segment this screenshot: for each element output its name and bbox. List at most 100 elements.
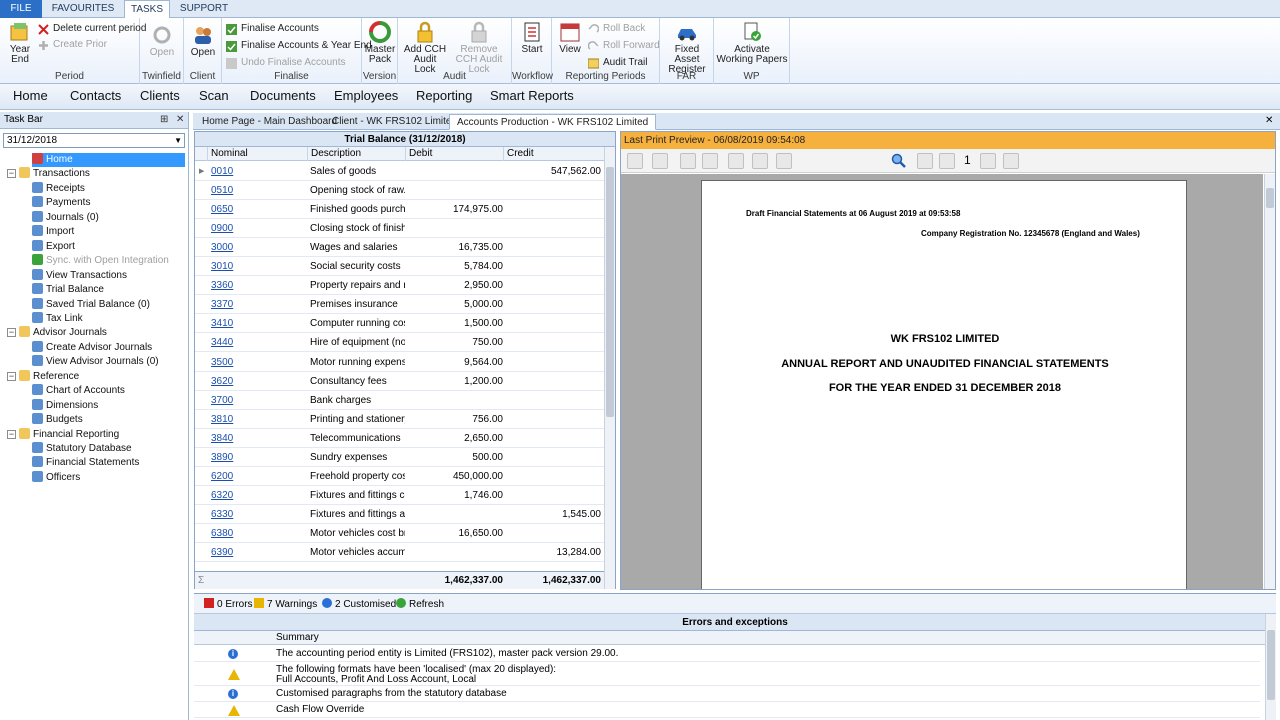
- delete-current-period-button[interactable]: Delete current period: [38, 22, 146, 36]
- nominal-link[interactable]: 3370: [211, 295, 301, 314]
- tree-item[interactable]: Export: [32, 239, 185, 254]
- last-page-icon[interactable]: [1003, 153, 1019, 169]
- finalise-accounts-button[interactable]: Finalise Accounts: [226, 22, 319, 36]
- period-date-select[interactable]: 31/12/2018 ▼: [3, 133, 185, 148]
- tree-item[interactable]: Statutory Database: [32, 442, 185, 456]
- list-item[interactable]: i Customised paragraphs from the statutor…: [194, 686, 1260, 702]
- tree-item[interactable]: View Transactions: [32, 268, 185, 283]
- table-row[interactable]: 3700 Bank charges: [195, 391, 605, 410]
- tree-item[interactable]: Dimensions: [32, 398, 185, 413]
- table-row[interactable]: 0510 Opening stock of raw...: [195, 181, 605, 201]
- scrollbar-thumb[interactable]: [606, 167, 614, 417]
- table-row[interactable]: 6320 Fixtures and fittings co... 1,746.00: [195, 486, 605, 505]
- table-row[interactable]: 0010 Sales of goods 547,562.00 ▶: [195, 162, 605, 181]
- nominal-link[interactable]: 3890: [211, 448, 301, 467]
- reporting-periods-view-button[interactable]: View: [556, 21, 584, 55]
- table-row[interactable]: 6380 Motor vehicles cost bro... 16,650.00: [195, 524, 605, 543]
- print-icon[interactable]: [627, 153, 643, 169]
- nominal-link[interactable]: 0010: [211, 162, 301, 181]
- single-page-icon[interactable]: [752, 153, 768, 169]
- nav-contacts[interactable]: Contacts: [70, 88, 121, 103]
- tree-item[interactable]: Officers: [32, 470, 185, 485]
- tree-item[interactable]: Sync. with Open Integration: [32, 254, 185, 268]
- roll-forward-button[interactable]: Roll Forward: [588, 39, 660, 53]
- table-row[interactable]: 3370 Premises insurance 5,000.00: [195, 295, 605, 315]
- nav-scan[interactable]: Scan: [199, 88, 229, 103]
- table-row[interactable]: 6200 Freehold property cost... 450,000.00: [195, 467, 605, 486]
- nominal-link[interactable]: 6320: [211, 486, 301, 505]
- list-item[interactable]: Cash Flow Override: [194, 702, 1260, 718]
- table-row[interactable]: 3620 Consultancy fees 1,200.00: [195, 372, 605, 391]
- errors-scrollbar-thumb[interactable]: [1267, 630, 1275, 700]
- table-row[interactable]: 3440 Hire of equipment (not... 750.00: [195, 333, 605, 353]
- nominal-link[interactable]: 3410: [211, 314, 301, 333]
- finalise-accounts-year-end-button[interactable]: Finalise Accounts & Year End: [226, 39, 372, 53]
- tree-item[interactable]: Trial Balance: [32, 283, 185, 297]
- errors-filter[interactable]: 0 Errors: [204, 598, 253, 610]
- nominal-link[interactable]: 3620: [211, 372, 301, 391]
- customised-filter[interactable]: 2 Customised: [322, 598, 396, 610]
- table-row[interactable]: 0900 Closing stock of finishe...: [195, 219, 605, 239]
- workflow-start-button[interactable]: Start: [515, 21, 549, 55]
- column-header-credit[interactable]: Credit: [503, 147, 605, 161]
- previous-page-icon[interactable]: [939, 153, 955, 169]
- nominal-link[interactable]: 3840: [211, 429, 301, 448]
- column-header-debit[interactable]: Debit: [405, 147, 503, 161]
- tree-item[interactable]: Create Advisor Journals: [32, 340, 185, 355]
- table-row[interactable]: 3840 Telecommunications 2,650.00: [195, 429, 605, 448]
- roll-back-button[interactable]: Roll Back: [588, 22, 645, 36]
- tree-item[interactable]: Chart of Accounts: [32, 384, 185, 398]
- zoom-out-icon[interactable]: [702, 153, 718, 169]
- close-icon[interactable]: ✕: [176, 112, 184, 128]
- tree-expander-icon[interactable]: −: [7, 328, 16, 338]
- nominal-link[interactable]: 0900: [211, 219, 301, 238]
- refresh-button[interactable]: Refresh: [396, 598, 444, 610]
- tree-item[interactable]: Financial Statements: [32, 456, 185, 470]
- tree-item[interactable]: Financial Reporting: [19, 427, 185, 442]
- tree-expander-icon[interactable]: −: [7, 371, 16, 381]
- nominal-link[interactable]: 0650: [211, 200, 301, 219]
- list-item[interactable]: i The accounting period entity is Limited…: [194, 646, 1260, 662]
- nav-employees[interactable]: Employees: [334, 88, 398, 103]
- multi-page-icon[interactable]: [776, 153, 792, 169]
- audit-trail-button[interactable]: Audit Trail: [588, 56, 647, 70]
- table-row[interactable]: 3500 Motor running expenses 9,564.00: [195, 353, 605, 372]
- tab-file[interactable]: FILE: [0, 0, 42, 18]
- tree-expander-icon[interactable]: −: [7, 169, 16, 179]
- summary-column-header[interactable]: Summary: [194, 631, 1276, 645]
- tree-item[interactable]: View Advisor Journals (0): [32, 355, 185, 369]
- nominal-link[interactable]: 3440: [211, 333, 301, 352]
- nominal-link[interactable]: 3700: [211, 391, 301, 410]
- nav-clients[interactable]: Clients: [140, 88, 180, 103]
- table-row[interactable]: 3410 Computer running costs 1,500.00: [195, 314, 605, 334]
- errors-scrollbar[interactable]: [1265, 614, 1276, 720]
- table-row[interactable]: 3810 Printing and stationery 756.00: [195, 410, 605, 429]
- column-header-description[interactable]: Description: [307, 147, 405, 161]
- pin-icon[interactable]: ⊞: [160, 112, 168, 128]
- table-row[interactable]: 3000 Wages and salaries 16,735.00: [195, 238, 605, 258]
- page-width-icon[interactable]: [728, 153, 744, 169]
- nav-smart-reports[interactable]: Smart Reports: [490, 88, 574, 103]
- tree-item[interactable]: Payments: [32, 196, 185, 210]
- preview-scrollbar-thumb[interactable]: [1266, 188, 1274, 208]
- remove-audit-lock-button[interactable]: Remove CCH Audit Lock: [450, 21, 508, 75]
- nav-documents[interactable]: Documents: [250, 88, 316, 103]
- first-page-icon[interactable]: [917, 153, 933, 169]
- tab-accounts-production[interactable]: Accounts Production - WK FRS102 Limited: [449, 114, 657, 130]
- tree-item[interactable]: Budgets: [32, 413, 185, 427]
- table-row[interactable]: 3890 Sundry expenses 500.00: [195, 448, 605, 467]
- activate-working-papers-button[interactable]: Activate Working Papers: [716, 21, 788, 65]
- column-header-nominal[interactable]: Nominal: [207, 147, 307, 161]
- nav-reporting[interactable]: Reporting: [416, 88, 472, 103]
- twinfield-open-button[interactable]: Open: [144, 24, 180, 58]
- nominal-link[interactable]: 3500: [211, 353, 301, 372]
- tree-item[interactable]: Saved Trial Balance (0): [32, 297, 185, 312]
- nominal-link[interactable]: 0510: [211, 181, 301, 200]
- tab-home-dashboard[interactable]: Home Page - Main Dashboard: [195, 114, 344, 130]
- tab-client[interactable]: Client - WK FRS102 Limited: [325, 114, 464, 130]
- add-audit-lock-button[interactable]: Add CCH Audit Lock: [402, 21, 448, 75]
- tree-item[interactable]: Journals (0): [32, 210, 185, 225]
- client-open-button[interactable]: Open: [186, 24, 220, 58]
- tree-expander-icon[interactable]: −: [7, 429, 16, 439]
- table-row[interactable]: 6330 Fixtures and fittings ac... 1,545.00: [195, 505, 605, 524]
